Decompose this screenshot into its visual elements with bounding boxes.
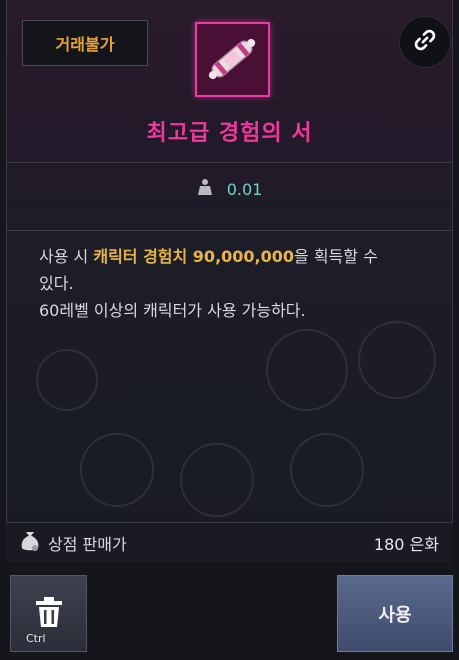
exp-scroll-icon [195, 22, 270, 97]
weight-value: 0.01 [226, 179, 263, 199]
weight-row: 0.01 [7, 178, 452, 200]
weight-icon [197, 178, 213, 200]
shop-price-row: 상점 판매가 180 은화 [6, 522, 453, 562]
link-icon [412, 27, 438, 57]
hotkey-label: Ctrl [26, 632, 46, 645]
item-description: 사용 시 캐릭터 경험치 90,000,000을 획득할 수 있다. 60레벨 … [39, 243, 439, 324]
use-button[interactable]: 사용 [337, 575, 453, 652]
desc-line3: 60레벨 이상의 캐릭터가 사용 가능하다. [39, 301, 306, 320]
item-title: 최고급 경험의 서 [146, 121, 313, 146]
trade-restriction-badge: 거래불가 [22, 20, 148, 66]
desc-prefix: 사용 시 [39, 247, 94, 266]
discard-button[interactable]: Ctrl [10, 575, 87, 652]
money-bag-icon [20, 530, 40, 556]
item-tooltip-panel: 거래불가 최고급 경험의 서 0.01 사용 시 캐릭터 경험치 90,000,… [6, 0, 453, 560]
price-value: 180 은화 [373, 534, 439, 554]
link-button[interactable] [399, 16, 451, 68]
desc-highlight: 캐릭터 경험치 90,000,000 [93, 247, 295, 266]
desc-suffix: 을 획득할 수 [294, 247, 378, 266]
price-label: 상점 판매가 [48, 534, 127, 554]
divider [7, 162, 452, 163]
desc-line2: 있다. [39, 274, 74, 293]
divider [7, 230, 452, 231]
trash-icon [35, 596, 63, 632]
